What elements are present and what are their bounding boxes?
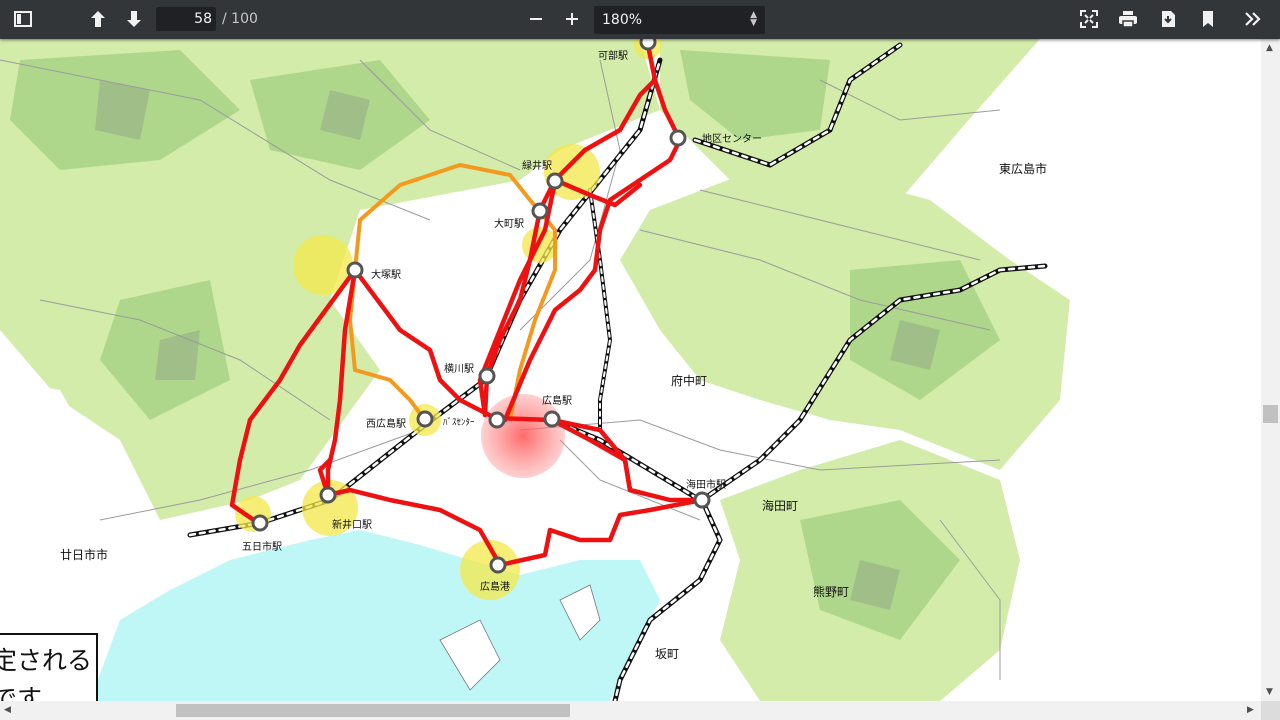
- select-arrows-icon: ▲ ▼: [750, 10, 757, 28]
- transit-network-map: [0, 39, 1261, 701]
- zoom-out-icon[interactable]: [523, 6, 549, 32]
- horizontal-scroll-thumb[interactable]: [176, 704, 570, 717]
- town-label-fuchu: 府中町: [671, 374, 708, 388]
- station-label-kabe: 可部駅: [598, 51, 628, 62]
- vertical-scroll-thumb[interactable]: [1263, 405, 1278, 423]
- arrow-down-icon[interactable]: [121, 6, 147, 32]
- station-label-chiku-center: 地区センター: [702, 134, 762, 145]
- station-label-omachi: 大町駅: [494, 219, 524, 230]
- page-total: / 100: [222, 11, 258, 27]
- scrollbar-corner: [1261, 701, 1280, 720]
- town-label-kaita: 海田町: [762, 499, 799, 513]
- zoom-value: 180%: [602, 12, 643, 28]
- pdf-page-view[interactable]: 可部駅 地区センター 緑井駅 大町駅 大塚駅 横川駅 西広島駅 ﾊﾞｽｾﾝﾀｰ …: [0, 39, 1261, 701]
- note-box: 定される です: [0, 633, 98, 701]
- vertical-scrollbar[interactable]: ▲ ▼: [1261, 39, 1280, 701]
- station-label-hiroshima-port: 広島港: [480, 582, 510, 593]
- station-label-itsukaichi: 五日市駅: [242, 542, 282, 553]
- town-label-higashihiroshima: 東広島市: [999, 162, 1048, 176]
- station-label-nishihiroshima: 西広島駅: [366, 419, 406, 430]
- arrow-up-icon[interactable]: [85, 6, 111, 32]
- zoom-select[interactable]: 180% ▲ ▼: [594, 6, 765, 34]
- town-label-saka: 坂町: [655, 647, 680, 661]
- scroll-left-arrow-icon[interactable]: ◀: [4, 705, 11, 715]
- bookmark-icon[interactable]: [1195, 6, 1221, 32]
- station-label-kaitaichi: 海田市駅: [686, 480, 726, 491]
- station-label-bus-center: ﾊﾞｽｾﾝﾀｰ: [443, 418, 475, 428]
- page-number-input[interactable]: [156, 7, 216, 31]
- zoom-in-icon[interactable]: [559, 6, 585, 32]
- fit-page-icon[interactable]: [1076, 6, 1102, 32]
- station-label-yokogawa: 横川駅: [444, 364, 474, 375]
- town-label-hatsukaichi: 廿日市市: [60, 548, 109, 562]
- horizontal-scrollbar[interactable]: ◀ ▶: [0, 701, 1261, 720]
- note-line-2: です: [0, 684, 43, 701]
- scroll-right-arrow-icon[interactable]: ▶: [1247, 705, 1254, 715]
- more-tools-icon[interactable]: [1240, 6, 1266, 32]
- scroll-down-arrow-icon[interactable]: ▼: [1266, 687, 1273, 697]
- download-icon[interactable]: [1155, 6, 1181, 32]
- pdf-toolbar: / 100 180% ▲▼: [0, 0, 1280, 39]
- print-icon[interactable]: [1115, 6, 1141, 32]
- note-line-1: 定される: [0, 646, 93, 675]
- scroll-up-arrow-icon[interactable]: ▲: [1266, 43, 1273, 53]
- station-label-midorii: 緑井駅: [522, 161, 552, 172]
- station-label-hiroshima: 広島駅: [542, 396, 572, 407]
- sidebar-toggle-icon[interactable]: [10, 6, 36, 32]
- station-label-shinkoguchi: 新井口駅: [332, 520, 372, 531]
- town-label-kumano: 熊野町: [813, 585, 850, 599]
- station-label-otsuka: 大塚駅: [371, 270, 401, 281]
